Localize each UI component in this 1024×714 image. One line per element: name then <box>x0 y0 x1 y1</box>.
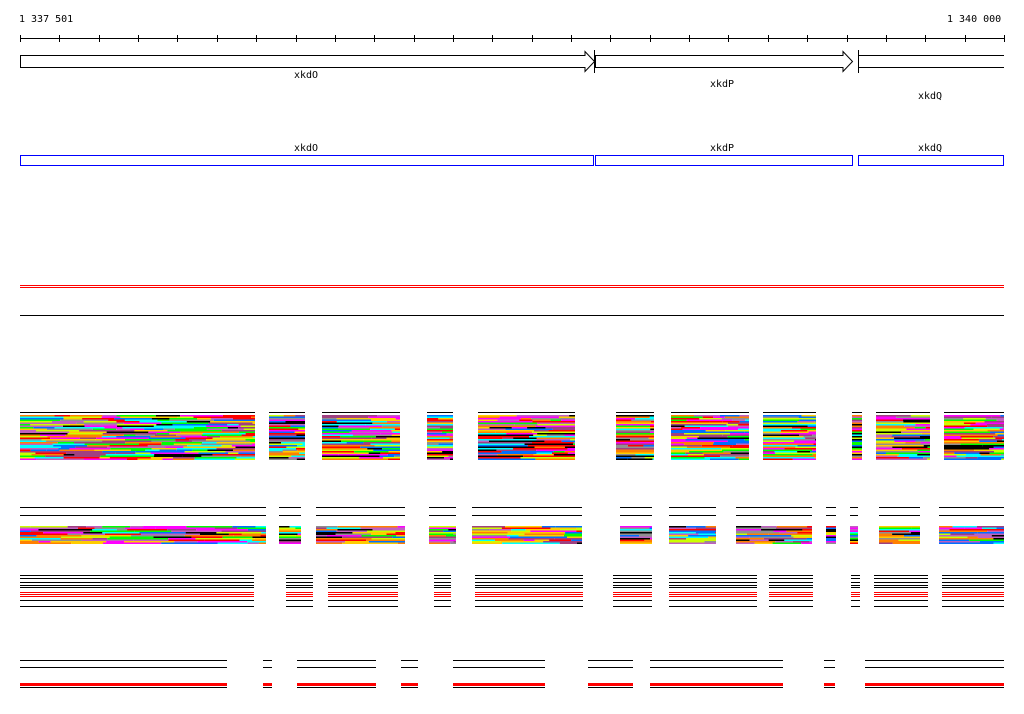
annotation-label-xkdO: xkdO <box>294 143 319 154</box>
alignment-block[interactable] <box>876 412 930 461</box>
gene-arrow-xkdP[interactable] <box>595 50 854 73</box>
alignment-tracks <box>20 412 1004 688</box>
genome-browser-canvas <box>20 35 1005 688</box>
alignment-block[interactable] <box>328 575 398 607</box>
gene-label-xkdQ: xkdQ <box>918 91 943 102</box>
alignment-block[interactable] <box>478 412 575 461</box>
alignment-block[interactable] <box>671 412 749 461</box>
alignment-block[interactable] <box>453 660 545 688</box>
gene-arrow-xkdO[interactable] <box>20 50 596 73</box>
alignment-block[interactable] <box>434 575 451 607</box>
annotation-label-xkdQ: xkdQ <box>918 143 943 154</box>
alignment-block[interactable] <box>297 660 376 688</box>
alignment-block[interactable] <box>865 660 1004 688</box>
alignment-block[interactable] <box>20 660 227 688</box>
alignment-track-3 <box>20 575 1004 607</box>
alignment-block[interactable] <box>588 660 633 688</box>
alignment-block[interactable] <box>20 575 254 607</box>
reference-lines <box>20 285 1004 316</box>
alignment-block[interactable] <box>669 575 757 607</box>
gene-box-xkdQ[interactable] <box>858 55 1005 68</box>
alignment-block[interactable] <box>650 660 783 688</box>
annotation-label-xkdP: xkdP <box>710 143 735 154</box>
alignment-block[interactable] <box>769 575 813 607</box>
alignment-block[interactable] <box>879 507 920 545</box>
gene-track <box>20 50 1005 73</box>
alignment-block[interactable] <box>472 507 582 545</box>
alignment-block[interactable] <box>429 507 456 545</box>
alignment-block[interactable] <box>616 412 654 461</box>
alignment-block[interactable] <box>279 507 301 545</box>
annotation-box-xkdO[interactable] <box>20 155 594 166</box>
alignment-block[interactable] <box>316 507 405 545</box>
alignment-block[interactable] <box>939 507 1004 545</box>
gene-label-xkdP: xkdP <box>710 79 735 90</box>
alignment-block[interactable] <box>763 412 816 461</box>
alignment-block[interactable] <box>850 507 858 545</box>
alignment-track-4 <box>20 660 1004 688</box>
gene-label-xkdO: xkdO <box>294 70 319 81</box>
alignment-block[interactable] <box>401 660 418 688</box>
alignment-block[interactable] <box>20 507 266 545</box>
annotation-track <box>20 155 1004 166</box>
alignment-block[interactable] <box>736 507 812 545</box>
alignment-block[interactable] <box>942 575 1004 607</box>
alignment-block[interactable] <box>944 412 1004 461</box>
alignment-block[interactable] <box>322 412 400 461</box>
alignment-track-2 <box>20 507 1004 545</box>
alignment-block[interactable] <box>269 412 305 461</box>
alignment-block[interactable] <box>427 412 453 461</box>
annotation-box-xkdP[interactable] <box>595 155 853 166</box>
alignment-block[interactable] <box>20 412 255 461</box>
alignment-block[interactable] <box>826 507 836 545</box>
ruler-axis <box>20 35 1005 42</box>
alignment-block[interactable] <box>286 575 313 607</box>
alignment-block[interactable] <box>851 575 860 607</box>
alignment-block[interactable] <box>475 575 583 607</box>
alignment-block[interactable] <box>263 660 272 688</box>
alignment-block[interactable] <box>620 507 652 545</box>
alignment-block[interactable] <box>824 660 835 688</box>
alignment-block[interactable] <box>852 412 862 461</box>
alignment-block[interactable] <box>669 507 716 545</box>
alignment-track-1 <box>20 412 1004 461</box>
alignment-block[interactable] <box>874 575 928 607</box>
alignment-block[interactable] <box>613 575 652 607</box>
annotation-box-xkdQ[interactable] <box>858 155 1004 166</box>
